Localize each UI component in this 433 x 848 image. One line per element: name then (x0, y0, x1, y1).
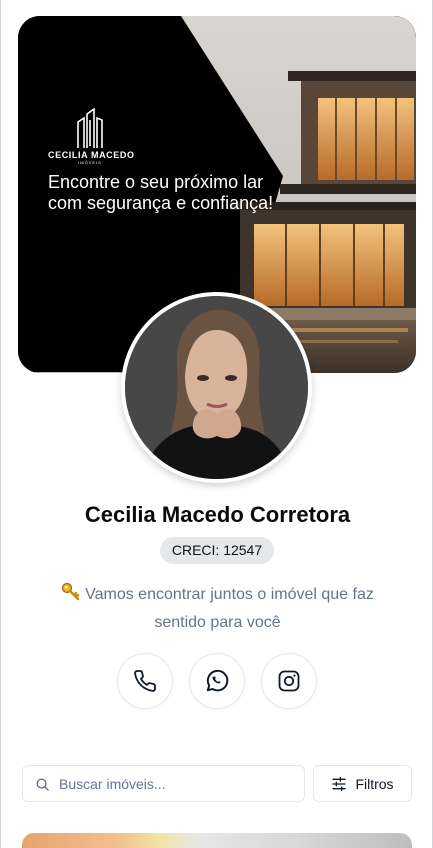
filters-button[interactable]: Filtros (313, 765, 412, 802)
sliders-icon (332, 776, 347, 791)
app-frame: CECILIA MACEDO IMÓVEIS Encontre o seu pr… (0, 0, 433, 848)
profile-bio: Vamos encontrar juntos o imóvel que faz … (41, 582, 394, 635)
profile-photo (125, 296, 308, 479)
instagram-button[interactable] (261, 653, 317, 709)
building-logo-icon (77, 108, 103, 148)
profile-name: Cecilia Macedo Corretora (84, 502, 351, 527)
whatsapp-icon (206, 669, 229, 692)
banner-tagline: Encontre o seu próximo lar com segurança… (48, 172, 274, 213)
key-icon (61, 582, 81, 610)
bio-text: Vamos encontrar juntos o imóvel que faz … (85, 586, 374, 631)
brand-logo: CECILIA MACEDO IMÓVEIS (48, 108, 148, 165)
logo-name: CECILIA MACEDO (48, 150, 135, 160)
logo-subtitle: IMÓVEIS (78, 160, 102, 165)
filters-label: Filtros (355, 775, 394, 792)
search-box (22, 765, 305, 802)
search-icon (36, 778, 49, 791)
creci-badge: CRECI: 12547 (160, 537, 274, 564)
whatsapp-button[interactable] (189, 653, 245, 709)
phone-icon (134, 670, 156, 692)
phone-button[interactable] (117, 653, 173, 709)
instagram-icon (278, 670, 300, 692)
search-input[interactable] (59, 766, 299, 801)
property-card[interactable] (22, 833, 412, 848)
profile-avatar (121, 292, 312, 483)
